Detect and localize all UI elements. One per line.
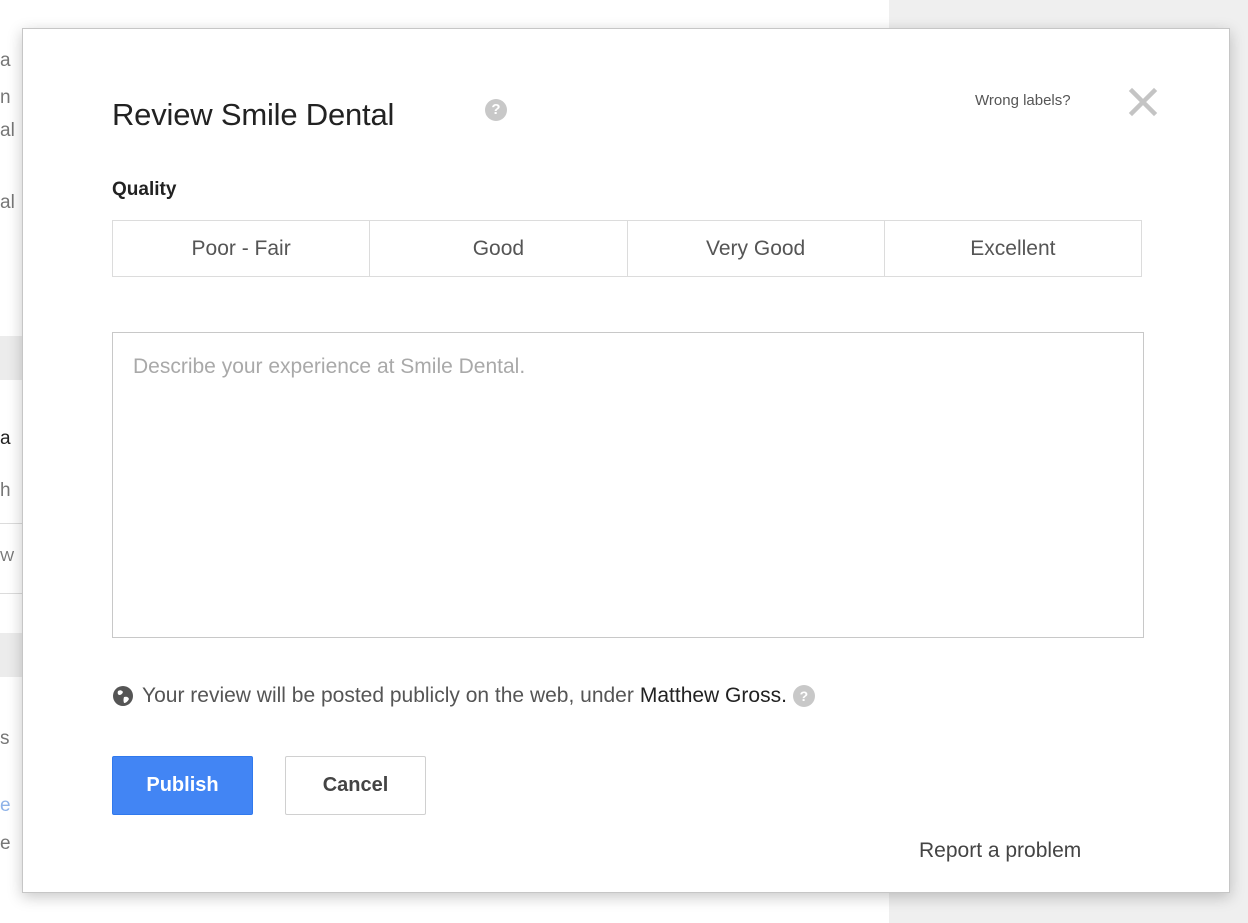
background-text: a — [0, 428, 11, 449]
publish-button[interactable]: Publish — [112, 756, 253, 815]
background-text: s — [0, 728, 10, 749]
help-icon[interactable]: ? — [485, 99, 507, 121]
background-text: al — [0, 192, 15, 213]
rating-option-excellent[interactable]: Excellent — [885, 221, 1141, 276]
quality-rating-selector: Poor - Fair Good Very Good Excellent — [112, 220, 1142, 277]
wrong-labels-link[interactable]: Wrong labels? — [975, 92, 1071, 109]
close-icon[interactable] — [1126, 85, 1160, 119]
user-name: Matthew Gross. — [639, 684, 787, 707]
notice-text: Your review will be posted publicly on t… — [142, 684, 634, 707]
public-notice: Your review will be posted publicly on t… — [112, 684, 815, 708]
report-problem-link[interactable]: Report a problem — [919, 839, 1081, 863]
rating-option-good[interactable]: Good — [370, 221, 628, 276]
background-text: a — [0, 50, 11, 71]
rating-option-poor-fair[interactable]: Poor - Fair — [113, 221, 371, 276]
cancel-button[interactable]: Cancel — [285, 756, 426, 815]
review-dialog: Review Smile Dental ? Wrong labels? Qual… — [22, 28, 1230, 893]
background-text: n — [0, 87, 11, 108]
background-text: e — [0, 833, 11, 854]
background-divider — [0, 523, 22, 524]
background-divider — [0, 593, 22, 594]
background-text: al — [0, 120, 15, 141]
background-text: h — [0, 480, 11, 501]
rating-option-very-good[interactable]: Very Good — [628, 221, 885, 276]
help-icon[interactable]: ? — [792, 685, 815, 707]
review-text-input[interactable] — [112, 332, 1144, 638]
dialog-title: Review Smile Dental — [112, 97, 395, 132]
background-band — [0, 336, 22, 380]
background-band — [0, 633, 22, 677]
background-text: W — [0, 548, 15, 565]
globe-icon — [113, 686, 133, 706]
background-link[interactable]: e — [0, 795, 22, 817]
quality-label: Quality — [112, 179, 177, 200]
